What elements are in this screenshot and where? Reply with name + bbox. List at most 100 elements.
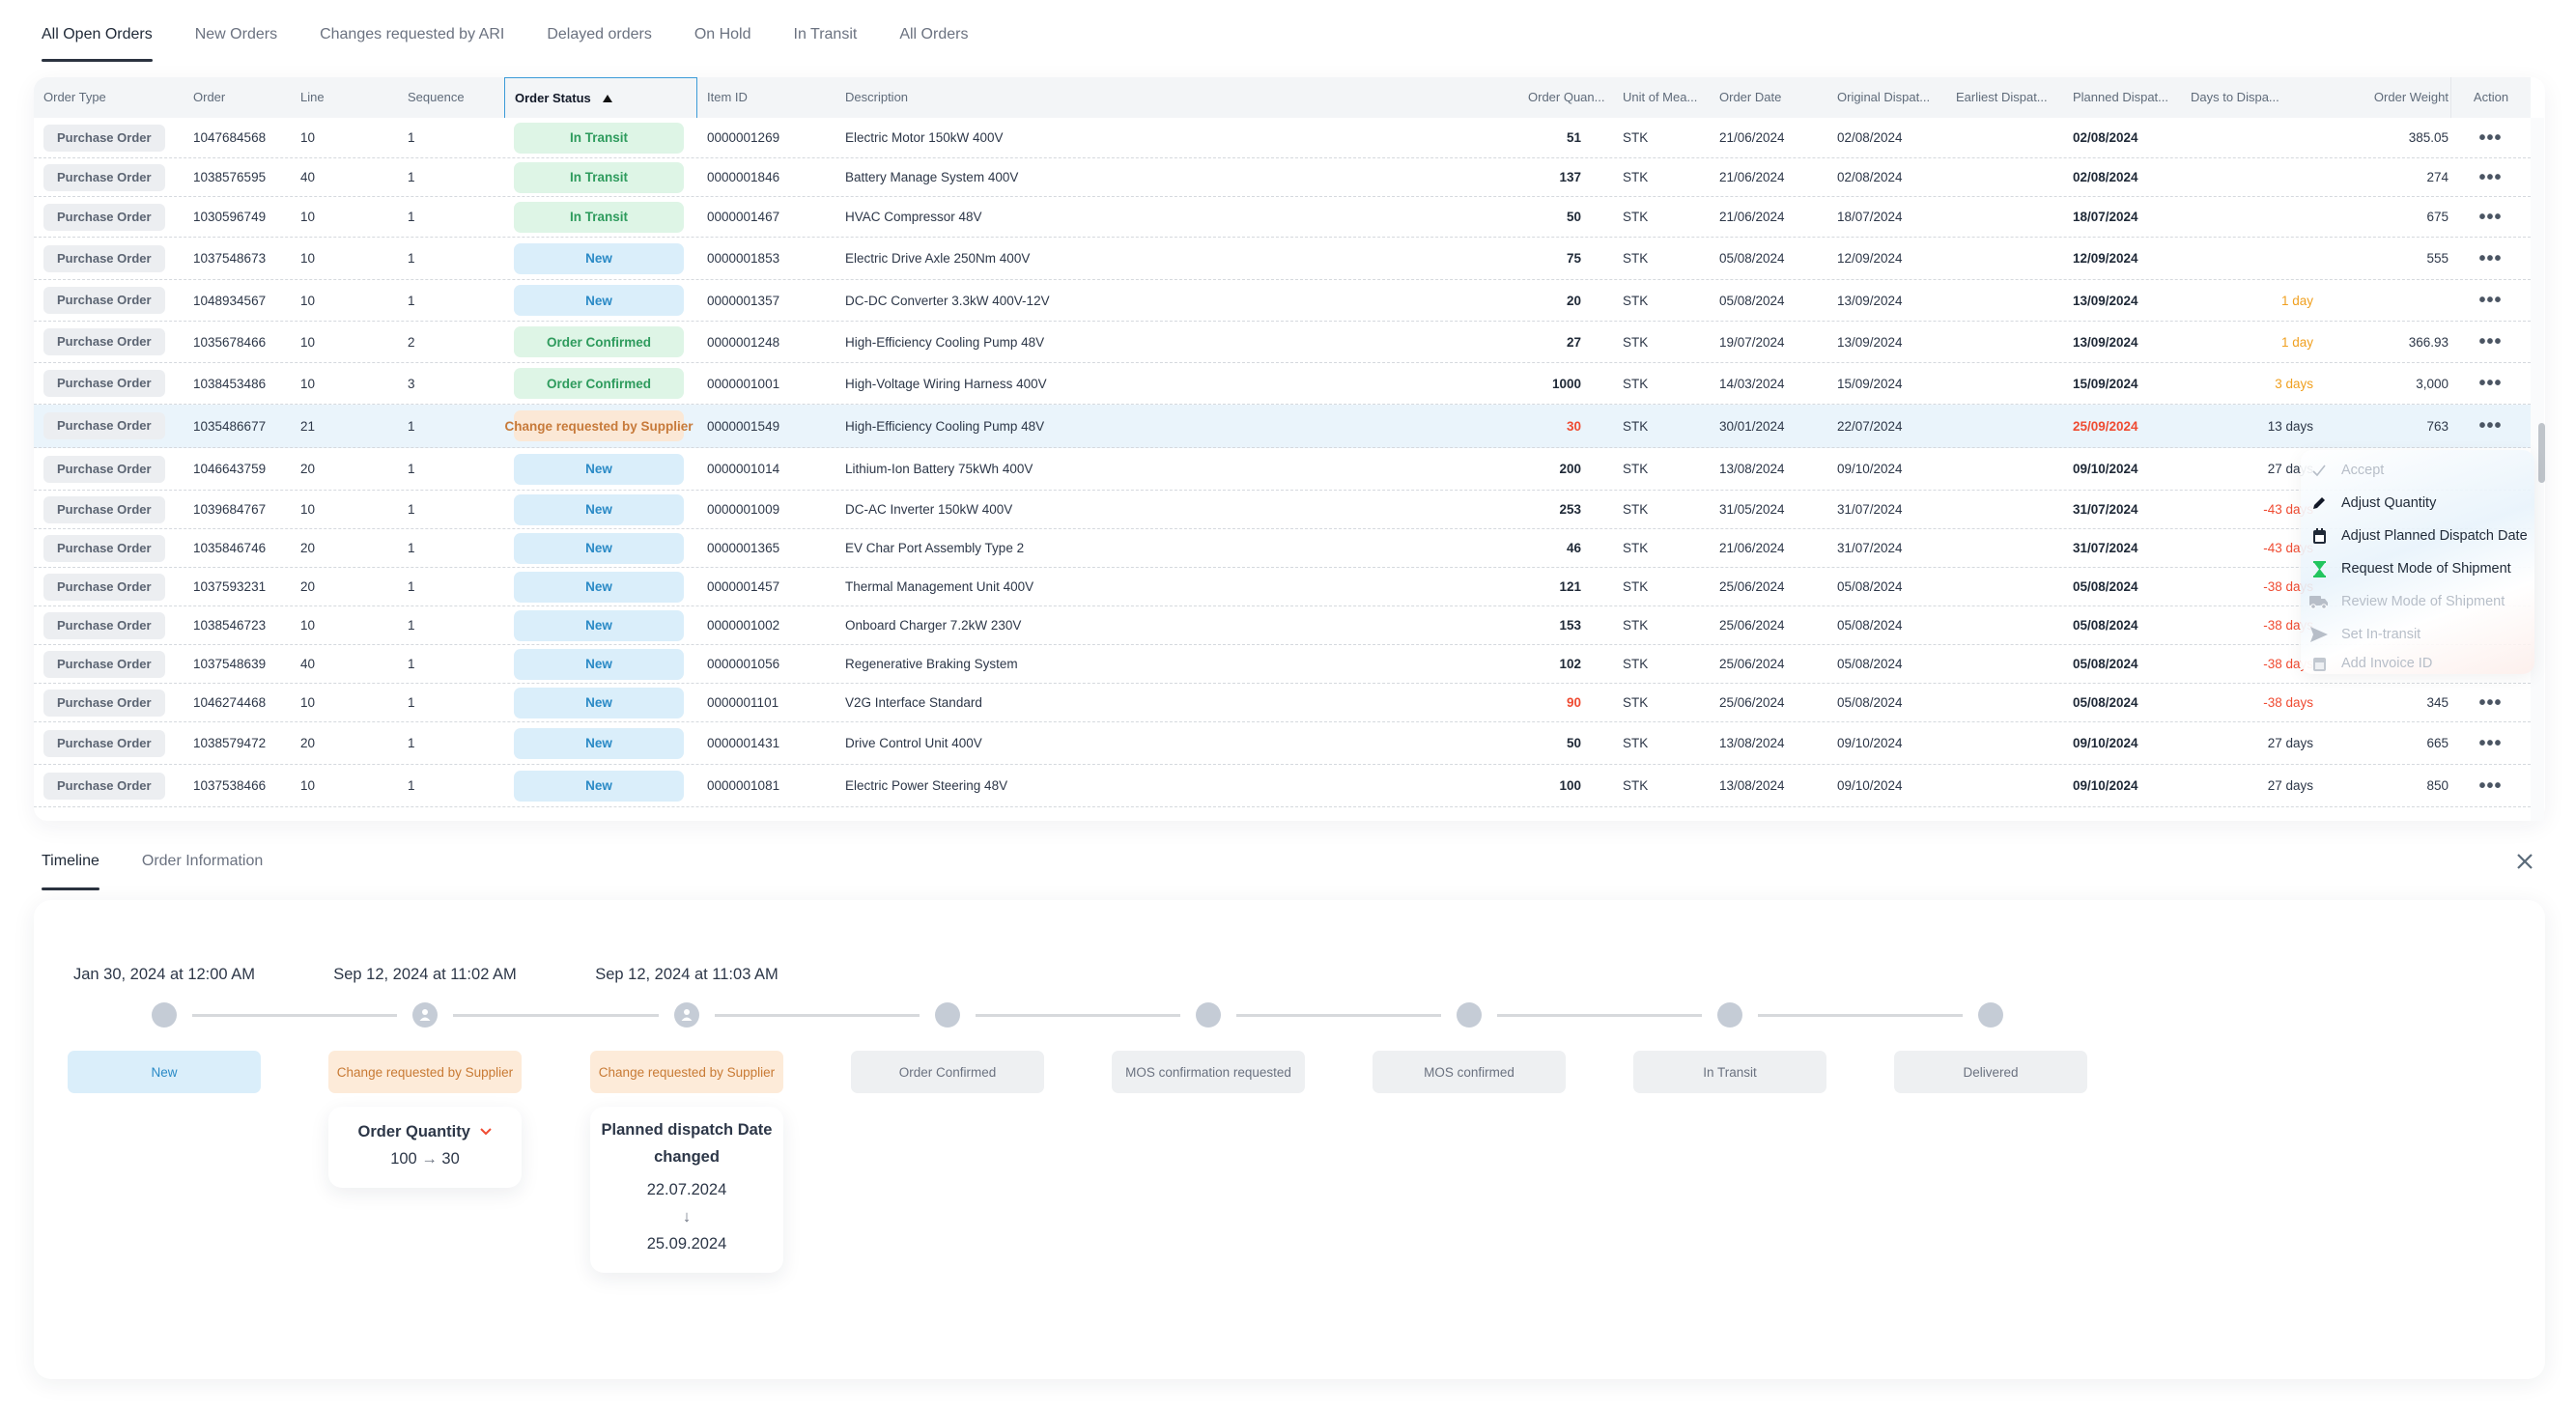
table-row[interactable]: Purchase Order 1046643759 20 1 New 0000001014… <box>34 448 2531 491</box>
cell-status: New <box>514 765 684 806</box>
cell-sequence: 1 <box>408 293 415 308</box>
cell-order: 1046643759 <box>193 462 267 476</box>
table-row[interactable]: Purchase Order 1035678466 10 2 Order Confirm… <box>34 322 2531 363</box>
cell-item-id: 0000001101 <box>707 695 779 710</box>
table-row[interactable]: Purchase Order 1030596749 10 1 In Transit 000… <box>34 197 2531 238</box>
table-row[interactable]: Purchase Order 1037538466 10 1 New 0000001081… <box>34 765 2531 807</box>
row-action-menu: Accept Adjust Quantity Adjust Planned Di… <box>2301 450 2534 674</box>
cell-type: Purchase Order <box>43 363 165 404</box>
table-row[interactable]: Purchase Order 1037548673 10 1 New 0000001853… <box>34 238 2531 280</box>
check-icon <box>2308 464 2330 477</box>
row-actions-button[interactable]: ••• <box>2450 197 2531 237</box>
row-actions-button[interactable]: ••• <box>2450 280 2531 321</box>
tab-in-transit[interactable]: In Transit <box>794 21 858 62</box>
col-order[interactable]: Order <box>193 77 225 118</box>
calendar-icon <box>2308 656 2330 672</box>
menu-item-request-mode-of-shipment[interactable]: Request Mode of Shipment <box>2308 554 2511 583</box>
table-row[interactable]: Purchase Order 1038579472 20 1 New 0000001431… <box>34 722 2531 765</box>
tab-delayed-orders[interactable]: Delayed orders <box>547 21 652 62</box>
cell-status: New <box>514 606 684 644</box>
col-order-weight[interactable]: Order Weight <box>2333 77 2449 118</box>
tab-on-hold[interactable]: On Hold <box>694 21 751 62</box>
cell-original-dispatch: 05/08/2024 <box>1837 695 1903 710</box>
quantity-to: 30 <box>441 1150 460 1168</box>
table-row[interactable]: Purchase Order 1035486677 21 1 Change reques… <box>34 405 2531 448</box>
cell-type: Purchase Order <box>43 765 165 806</box>
tab-order-information[interactable]: Order Information <box>142 850 263 890</box>
col-unit-of-measure[interactable]: Unit of Mea... <box>1623 77 1697 118</box>
row-actions-button[interactable]: ••• <box>2450 405 2531 447</box>
cell-order-date: 05/08/2024 <box>1719 251 1785 266</box>
quantity-change-title: Order Quantity <box>328 1118 522 1145</box>
col-line[interactable]: Line <box>300 77 325 118</box>
col-description[interactable]: Description <box>845 77 908 118</box>
col-order-date[interactable]: Order Date <box>1719 77 1781 118</box>
row-actions-button[interactable]: ••• <box>2450 765 2531 806</box>
row-actions-button[interactable]: ••• <box>2450 238 2531 279</box>
row-actions-button[interactable]: ••• <box>2450 722 2531 764</box>
cell-item-id: 0000001014 <box>707 462 780 476</box>
menu-item-adjust-planned-dispatch-date[interactable]: Adjust Planned Dispatch Date <box>2308 521 2528 550</box>
col-days-to-dispatch[interactable]: Days to Dispa... <box>2191 77 2279 118</box>
cell-type: Purchase Order <box>43 645 165 683</box>
cell-original-dispatch: 05/08/2024 <box>1837 579 1903 594</box>
row-actions-button[interactable]: ••• <box>2450 363 2531 404</box>
more-horizontal-icon: ••• <box>2478 774 2503 797</box>
cell-original-dispatch: 15/09/2024 <box>1837 376 1903 391</box>
cell-item-id: 0000001549 <box>707 418 780 434</box>
table-row[interactable]: Purchase Order 1047684568 10 1 In Transit 000… <box>34 118 2531 158</box>
cell-order: 1035678466 <box>193 334 267 350</box>
order-type-badge: Purchase Order <box>43 203 165 231</box>
cell-qty: 27 <box>1566 334 1581 350</box>
close-panel-button[interactable] <box>2513 850 2536 873</box>
cell-order-date: 14/03/2024 <box>1719 376 1785 391</box>
row-actions-button[interactable]: ••• <box>2450 158 2531 196</box>
col-earliest-dispatch[interactable]: Earliest Dispat... <box>1956 77 2048 118</box>
row-actions-button[interactable]: ••• <box>2450 684 2531 721</box>
timeline-connector <box>453 1014 659 1017</box>
cell-sequence: 3 <box>408 376 415 391</box>
col-order-type[interactable]: Order Type <box>43 77 106 118</box>
table-row[interactable]: Purchase Order 1038453486 10 3 Order Confirm… <box>34 363 2531 405</box>
col-sequence[interactable]: Sequence <box>408 77 465 118</box>
table-row[interactable]: Purchase Order 1035846746 20 1 New 0000001365… <box>34 529 2531 568</box>
cell-line: 40 <box>300 170 316 184</box>
table-row[interactable]: Purchase Order 1038576595 40 1 In Transit 000… <box>34 158 2531 197</box>
cell-description: EV Char Port Assembly Type 2 <box>845 541 1025 555</box>
menu-item-label: Add Invoice ID <box>2341 656 2433 671</box>
cell-planned-dispatch: 13/09/2024 <box>2073 293 2138 308</box>
table-row[interactable]: Purchase Order 1037548639 40 1 New 0000001056… <box>34 645 2531 684</box>
col-original-dispatch[interactable]: Original Dispat... <box>1837 77 1930 118</box>
cell-line: 10 <box>300 251 316 266</box>
order-type-badge: Purchase Order <box>43 244 165 272</box>
cell-qty: 50 <box>1566 210 1581 224</box>
cell-order-date: 19/07/2024 <box>1719 334 1785 350</box>
table-row[interactable]: Purchase Order 1048934567 10 1 New 0000001357… <box>34 280 2531 322</box>
table-row[interactable]: Purchase Order 1046274468 10 1 New 0000001101… <box>34 684 2531 722</box>
menu-item-label: Request Mode of Shipment <box>2341 561 2511 577</box>
table-row[interactable]: Purchase Order 1038546723 10 1 New 0000001002… <box>34 606 2531 645</box>
tab-all-orders[interactable]: All Orders <box>899 21 968 62</box>
cell-description: High-Efficiency Cooling Pump 48V <box>845 334 1045 350</box>
cell-order: 1035846746 <box>193 541 267 555</box>
arrow-down-icon: ↓ <box>682 1208 692 1225</box>
timeline-date: Jan 30, 2024 at 12:00 AM <box>72 966 256 983</box>
row-actions-button[interactable]: ••• <box>2450 322 2531 362</box>
col-order-quantity[interactable]: Order Quan... <box>1528 77 1604 118</box>
tab-new-orders[interactable]: New Orders <box>195 21 277 62</box>
cell-line: 10 <box>300 293 316 308</box>
more-horizontal-icon: ••• <box>2478 206 2503 228</box>
table-row[interactable]: Purchase Order 1039684767 10 1 New 0000001009… <box>34 491 2531 529</box>
tab-all-open-orders[interactable]: All Open Orders <box>42 21 153 62</box>
cell-order-date: 25/06/2024 <box>1719 695 1785 710</box>
table-row[interactable]: Purchase Order 1037593231 20 1 New 0000001457… <box>34 568 2531 606</box>
tab-timeline[interactable]: Timeline <box>42 850 99 890</box>
tab-changes-requested[interactable]: Changes requested by ARI <box>320 21 504 62</box>
table-scrollbar-thumb[interactable] <box>2538 423 2545 483</box>
menu-item-adjust-quantity[interactable]: Adjust Quantity <box>2308 489 2436 518</box>
col-item-id[interactable]: Item ID <box>707 77 748 118</box>
row-actions-button[interactable]: ••• <box>2450 118 2531 157</box>
cell-planned-dispatch: 18/07/2024 <box>2073 210 2138 224</box>
col-planned-dispatch[interactable]: Planned Dispat... <box>2073 77 2168 118</box>
col-order-status[interactable]: Order Status <box>504 77 697 118</box>
